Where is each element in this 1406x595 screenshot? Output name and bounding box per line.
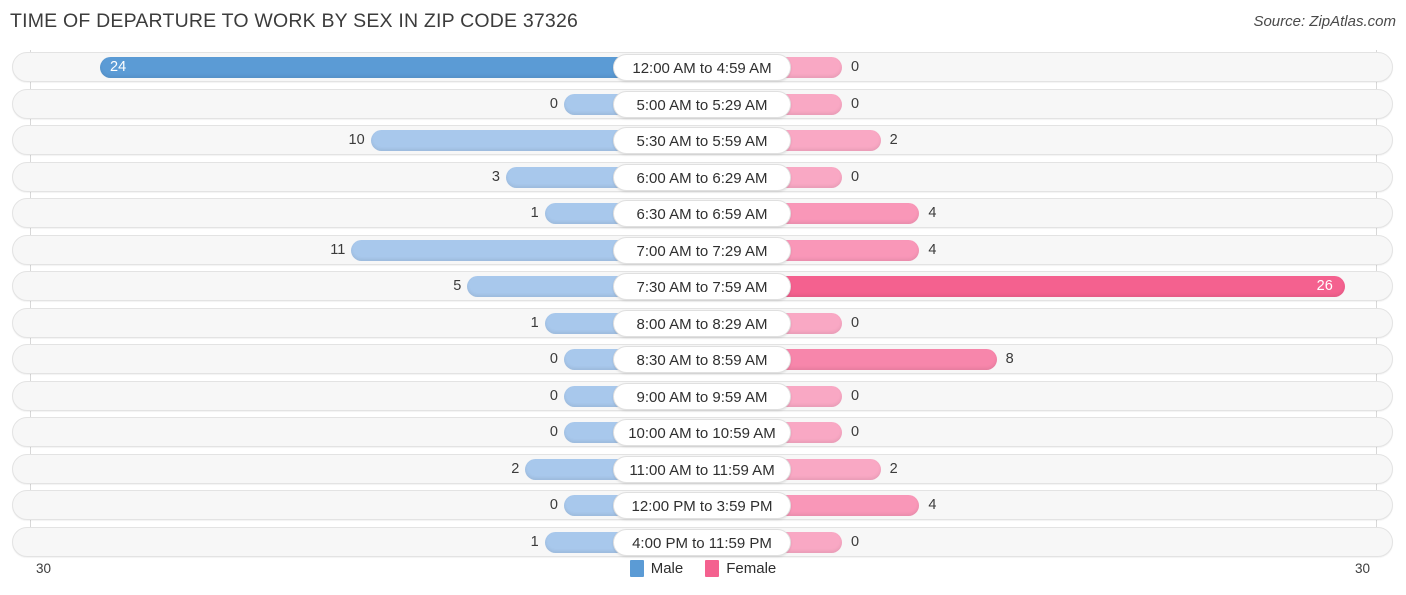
- male-bar[interactable]: [564, 93, 620, 115]
- female-bar[interactable]: [786, 130, 881, 151]
- category-label: 7:00 AM to 7:29 AM: [613, 236, 791, 264]
- category-label: 5:30 AM to 5:59 AM: [613, 127, 791, 154]
- female-value-label: 2: [889, 132, 898, 148]
- female-bar[interactable]: [786, 166, 842, 188]
- bar-row: 2 2 11:00 AM to 11:59 AM: [0, 452, 1406, 489]
- female-bar[interactable]: [786, 93, 842, 115]
- female-value-label: 0: [851, 314, 860, 331]
- category-label: 9:00 AM to 9:59 AM: [613, 382, 791, 410]
- male-value-label: 0: [549, 351, 558, 367]
- bar-row: 10 2 5:30 AM to 5:59 AM: [0, 123, 1406, 160]
- category-label: 12:00 PM to 3:59 PM: [613, 492, 791, 519]
- female-bar[interactable]: [786, 495, 920, 516]
- chart-legend: Male Female: [0, 560, 1406, 577]
- category-label: 7:30 AM to 7:59 AM: [613, 273, 791, 300]
- legend-label: Male: [650, 560, 684, 577]
- chart-plot-area: 24 0 12:00 AM to 4:59 AM 0 0 5:00 AM to 5:29 …: [0, 50, 1406, 557]
- female-bar[interactable]: [786, 203, 920, 224]
- female-value-label: 4: [928, 205, 937, 221]
- male-bar[interactable]: [544, 531, 620, 553]
- male-value-label: 2: [511, 460, 520, 477]
- category-label: 6:30 AM to 6:59 AM: [613, 200, 791, 227]
- male-value-label: 1: [530, 314, 539, 331]
- bar-row: 11 4 7:00 AM to 7:29 AM: [0, 233, 1406, 270]
- male-value-label: 3: [491, 168, 500, 185]
- female-bar[interactable]: [786, 349, 997, 370]
- male-bar[interactable]: [467, 276, 620, 297]
- category-label: 12:00 AM to 4:59 AM: [613, 54, 791, 81]
- page-title: TIME OF DEPARTURE TO WORK BY SEX IN ZIP …: [10, 10, 579, 32]
- female-bar[interactable]: [786, 276, 1345, 297]
- male-bar[interactable]: [506, 166, 620, 188]
- female-bar[interactable]: [786, 531, 842, 553]
- female-value-label: 2: [889, 460, 898, 477]
- male-value-label: 0: [549, 424, 558, 440]
- male-value-label: 10: [348, 132, 365, 148]
- bar-row: 1 4 6:30 AM to 6:59 AM: [0, 196, 1406, 233]
- legend-item[interactable]: Female: [705, 560, 776, 577]
- chart-header: TIME OF DEPARTURE TO WORK BY SEX IN ZIP …: [0, 0, 1406, 46]
- female-bar[interactable]: [786, 458, 881, 480]
- male-bar[interactable]: [564, 385, 620, 407]
- female-value-label: 0: [851, 387, 860, 404]
- female-bar[interactable]: [786, 57, 842, 78]
- female-bar[interactable]: [786, 312, 842, 334]
- female-value-label: 4: [928, 497, 937, 513]
- male-value-label: 0: [549, 387, 558, 404]
- chart-footer: 30 30 Male Female: [0, 555, 1406, 595]
- female-value-label: 0: [851, 533, 860, 550]
- source-attribution: Source: ZipAtlas.com: [1253, 13, 1396, 30]
- male-bar[interactable]: [525, 458, 620, 480]
- bar-row: 0 0 9:00 AM to 9:59 AM: [0, 379, 1406, 416]
- female-value-label: 0: [851, 95, 860, 112]
- male-value-label: 5: [453, 278, 462, 294]
- male-bar[interactable]: [564, 495, 620, 516]
- female-value-label: 0: [851, 59, 860, 75]
- legend-label: Female: [726, 560, 777, 577]
- male-bar[interactable]: [564, 349, 620, 370]
- legend-swatch-icon: [629, 560, 644, 577]
- female-bar[interactable]: [786, 385, 842, 407]
- category-label: 11:00 AM to 11:59 AM: [613, 455, 791, 483]
- female-value-label: 26: [1316, 278, 1333, 294]
- male-bar[interactable]: [544, 203, 620, 224]
- female-value-label: 8: [1005, 351, 1014, 367]
- bar-rows-container: 24 0 12:00 AM to 4:59 AM 0 0 5:00 AM to 5:29 …: [0, 50, 1406, 561]
- category-label: 8:30 AM to 8:59 AM: [613, 346, 791, 373]
- female-bar[interactable]: [786, 422, 842, 443]
- category-label: 10:00 AM to 10:59 AM: [613, 419, 791, 446]
- bar-row: 1 0 8:00 AM to 8:29 AM: [0, 306, 1406, 343]
- male-value-label: 1: [530, 205, 539, 221]
- bar-row: 0 8 8:30 AM to 8:59 AM: [0, 342, 1406, 379]
- male-bar[interactable]: [100, 57, 620, 78]
- bar-row: 0 0 10:00 AM to 10:59 AM: [0, 415, 1406, 452]
- female-value-label: 0: [851, 424, 860, 440]
- category-label: 4:00 PM to 11:59 PM: [613, 528, 791, 556]
- legend-swatch-icon: [705, 560, 720, 577]
- male-bar[interactable]: [544, 312, 620, 334]
- male-bar[interactable]: [564, 422, 620, 443]
- male-bar[interactable]: [351, 239, 620, 261]
- female-bar[interactable]: [786, 239, 920, 261]
- legend-item[interactable]: Male: [629, 560, 684, 577]
- category-label: 5:00 AM to 5:29 AM: [613, 90, 791, 118]
- category-label: 8:00 AM to 8:29 AM: [613, 309, 791, 337]
- bar-row: 3 0 6:00 AM to 6:29 AM: [0, 160, 1406, 197]
- bar-row: 24 0 12:00 AM to 4:59 AM: [0, 50, 1406, 87]
- category-label: 6:00 AM to 6:29 AM: [613, 163, 791, 191]
- male-bar[interactable]: [370, 130, 620, 151]
- male-value-label: 1: [530, 533, 539, 550]
- female-value-label: 4: [928, 241, 937, 258]
- male-value-label: 0: [549, 95, 558, 112]
- bar-row: 0 0 5:00 AM to 5:29 AM: [0, 87, 1406, 124]
- male-value-label: 0: [549, 497, 558, 513]
- female-value-label: 0: [851, 168, 860, 185]
- bar-row: 5 26 7:30 AM to 7:59 AM: [0, 269, 1406, 306]
- bar-row: 0 4 12:00 PM to 3:59 PM: [0, 488, 1406, 525]
- male-value-label: 24: [110, 59, 127, 75]
- male-value-label: 11: [330, 241, 346, 258]
